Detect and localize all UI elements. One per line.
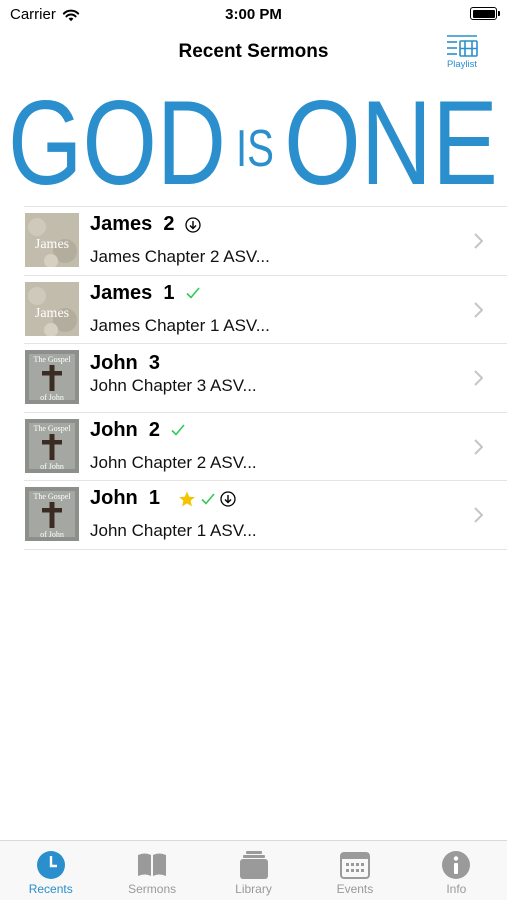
sermon-title: James 2 — [90, 213, 201, 236]
info-icon — [442, 851, 471, 879]
status-time: 3:00 PM — [225, 6, 282, 23]
checkmark-icon — [185, 287, 200, 299]
tab-bar: Recents Sermons Library Events Info — [0, 840, 507, 900]
sermon-list: James James 2 James Chapter 2 ASV... Jam… — [24, 206, 507, 550]
playlist-button[interactable]: Playlist — [441, 34, 483, 70]
svg-text:of John: of John — [40, 530, 64, 539]
svg-text:of John: of John — [40, 462, 64, 471]
tab-recents[interactable]: Recents — [0, 841, 101, 900]
sermon-thumbnail: James — [25, 213, 79, 267]
chevron-right-icon — [473, 370, 483, 386]
sermon-thumbnail: James — [25, 281, 79, 336]
tab-info[interactable]: Info — [406, 841, 507, 900]
svg-text:of John: of John — [40, 393, 64, 402]
navigation-bar: Recent Sermons Playlist — [0, 30, 507, 76]
download-icon — [184, 216, 201, 233]
status-bar: Carrier 3:00 PM — [0, 0, 507, 28]
sermon-subtitle: John Chapter 3 ASV... — [90, 376, 257, 395]
sermon-thumbnail: The Gospel of John — [25, 350, 79, 404]
god-is-one-banner: GOD IS ONE — [0, 84, 507, 202]
sermon-row-john-3[interactable]: The Gospel of John John 3 John Chapter 3… — [24, 344, 507, 413]
sermon-title: James 1 — [90, 282, 201, 305]
tab-label: Sermons — [128, 882, 177, 896]
tab-label: Recents — [28, 882, 73, 896]
checkmark-icon — [171, 424, 185, 436]
calendar-icon — [339, 852, 370, 879]
chevron-right-icon — [473, 507, 483, 523]
battery-icon — [470, 7, 500, 20]
sermon-row-james-2[interactable]: James James 2 James Chapter 2 ASV... — [24, 207, 507, 276]
book-icon — [138, 853, 167, 876]
banner-text-one: ONE — [284, 84, 498, 202]
clock-icon — [36, 851, 65, 879]
playlist-icon — [447, 35, 478, 57]
sermon-thumbnail: The Gospel of John — [25, 418, 79, 473]
sermon-subtitle: John Chapter 1 ASV... — [90, 521, 257, 540]
sermon-row-john-1[interactable]: The Gospel of John John 1 John Chapter 1… — [24, 481, 507, 550]
svg-text:The Gospel: The Gospel — [33, 355, 71, 364]
star-icon — [179, 491, 195, 506]
library-stack-icon — [239, 851, 268, 879]
sermon-title: John 3 — [90, 352, 161, 374]
tab-events[interactable]: Events — [304, 841, 405, 900]
checkmark-icon — [201, 492, 215, 505]
chevron-right-icon — [473, 438, 483, 455]
chevron-right-icon — [473, 233, 483, 249]
tab-label: Library — [235, 882, 272, 896]
sermon-subtitle: James Chapter 1 ASV... — [90, 315, 270, 335]
tab-library[interactable]: Library — [203, 841, 304, 900]
tab-label: Info — [446, 882, 467, 896]
page-title: Recent Sermons — [178, 41, 329, 62]
sermon-subtitle: James Chapter 2 ASV... — [90, 247, 270, 266]
sermon-row-james-1[interactable]: James James 1 James Chapter 1 ASV... — [24, 276, 507, 344]
chevron-right-icon — [473, 301, 483, 318]
sermon-thumbnail: The Gospel of John — [25, 487, 79, 541]
sermon-row-john-2[interactable]: The Gospel of John John 2 John Chapter 2… — [24, 413, 507, 481]
svg-text:James: James — [35, 237, 69, 252]
tab-sermons[interactable]: Sermons — [101, 841, 202, 900]
sermon-title: John 1 — [90, 487, 236, 510]
sermon-title: John 2 — [90, 419, 186, 442]
svg-text:The Gospel: The Gospel — [33, 492, 71, 501]
banner-text-is: IS — [236, 120, 274, 178]
tab-label: Events — [336, 882, 374, 896]
download-icon — [220, 490, 236, 507]
sermon-subtitle: John Chapter 2 ASV... — [90, 452, 257, 472]
banner-text-god: GOD — [8, 84, 226, 202]
svg-text:The Gospel: The Gospel — [33, 424, 71, 433]
svg-text:James: James — [35, 306, 69, 321]
playlist-label: Playlist — [446, 59, 478, 70]
